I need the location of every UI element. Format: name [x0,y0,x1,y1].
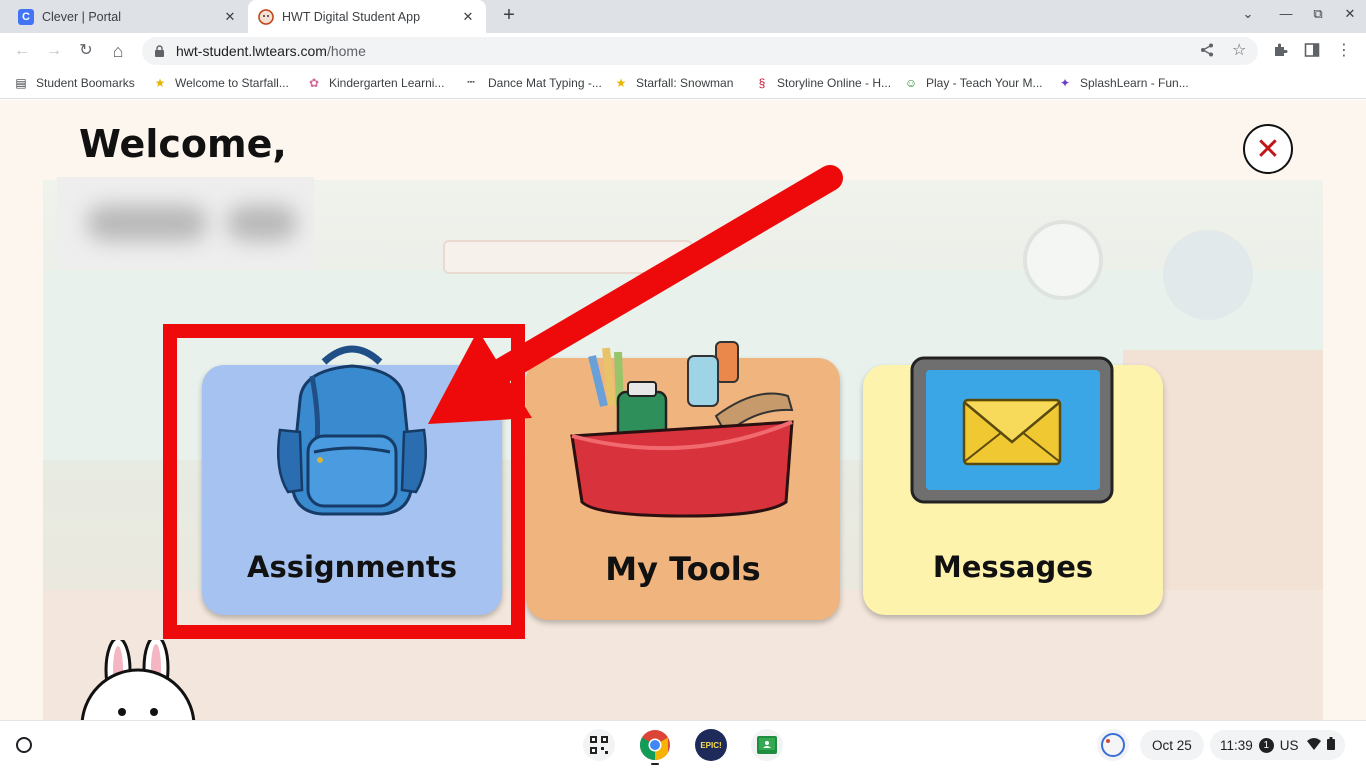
window-close-icon[interactable]: ✕ [1340,6,1360,22]
status-area[interactable]: 11:39 1 US [1210,730,1345,760]
active-app-indicator [651,763,659,765]
clever-favicon: C [18,8,34,25]
bookmark-label: Starfall: Snowman [636,76,734,90]
wifi-icon [1306,737,1321,753]
user-avatar-icon[interactable] [1097,729,1129,761]
palette-icon: ✿ [308,76,320,90]
new-tab-button[interactable]: + [498,5,520,27]
tab-close-icon[interactable]: ✕ [222,9,238,25]
tab-search-icon[interactable]: ⌄ [1238,6,1258,22]
address-bar[interactable]: hwt-student.lwtears.com/home ☆ [142,37,1258,65]
google-classroom-icon[interactable] [751,729,783,761]
bookmark-teach-your-monster[interactable]: ☺ Play - Teach Your M... [904,76,1043,90]
launcher-icon[interactable] [16,737,32,753]
clock-text: 11:39 [1220,737,1253,753]
date-text: Oct 25 [1152,737,1192,753]
menu-icon[interactable]: ⋮ [1336,40,1352,60]
chrome-icon[interactable] [639,729,671,761]
folder-icon: ▤ [15,76,27,90]
envelope-tablet-icon [910,356,1114,504]
bookmark-label: Storyline Online - H... [777,76,892,90]
starfall-icon: ★ [154,76,166,90]
bookmarks-bar: ▤ Student Boomarks ★ Welcome to Starfall..… [0,69,1366,99]
storyline-icon: § [758,76,766,90]
share-icon[interactable] [1200,43,1214,60]
battery-icon [1326,737,1335,753]
bookmark-dance-mat-typing[interactable]: ▪▪▪ Dance Mat Typing -... [462,76,602,90]
back-icon[interactable]: ← [12,41,32,61]
bookmark-student-boomarks[interactable]: ▤ Student Boomarks [14,76,135,90]
my-tools-label: My Tools [605,550,761,588]
bookmark-kindergarten-learning[interactable]: ✿ Kindergarten Learni... [307,76,444,90]
tab-hwt-digital-student-app[interactable]: HWT Digital Student App ✕ [248,0,486,33]
bookmark-label: Student Boomarks [36,76,135,90]
notification-badge: 1 [1258,737,1274,753]
starfall-icon: ★ [615,76,627,90]
epic-icon[interactable]: EPIC! [695,729,727,761]
bookmark-splashlearn[interactable]: ✦ SplashLearn - Fun... [1058,76,1189,90]
student-app-home: Welcome, ✕ Assignments My Tools Messages [0,100,1366,720]
tab-strip: C Clever | Portal ✕ HWT Digital Student … [0,0,1366,33]
lock-icon [154,45,166,57]
url-host: hwt-student.lwtears.com [176,43,327,59]
side-panel-icon[interactable] [1304,42,1320,61]
welcome-heading: Welcome, [79,122,287,166]
highlight-box [163,324,525,639]
tab-title: Clever | Portal [42,9,121,24]
splashlearn-icon: ✦ [1059,76,1071,90]
bookmark-star-icon[interactable]: ☆ [1232,40,1246,60]
bookmark-starfall-snowman[interactable]: ★ Starfall: Snowman [614,76,734,90]
url-path: /home [326,43,366,59]
bookmark-label: Kindergarten Learni... [329,76,445,90]
minimize-icon[interactable]: — [1276,6,1296,21]
tab-clever-portal[interactable]: C Clever | Portal ✕ [8,0,248,33]
student-name-redacted [57,177,314,269]
date-pill[interactable]: Oct 25 [1140,730,1204,760]
toolbox-icon [570,341,794,518]
light-fixture-background [443,240,693,274]
messages-label: Messages [932,550,1094,584]
close-app-button[interactable]: ✕ [1243,124,1293,174]
bookmark-storyline-online[interactable]: § Storyline Online - H... [755,76,891,90]
tab-close-icon[interactable]: ✕ [460,9,476,25]
keyboard-layout-text: US [1279,737,1299,753]
bookmark-welcome-to-starfall[interactable]: ★ Welcome to Starfall... [153,76,289,90]
monster-icon: ☺ [904,76,918,90]
clock-icon [1023,220,1103,300]
extensions-icon[interactable] [1272,42,1288,61]
browser-toolbar: ← → ↻ ⌂ hwt-student.lwtears.com/home ☆ ⋮ [0,33,1366,69]
tab-title: HWT Digital Student App [282,9,421,24]
system-shelf: EPIC! Oct 25 11:39 1 US [0,720,1366,768]
qr-code-icon[interactable] [583,729,615,761]
bookmark-label: Dance Mat Typing -... [488,76,602,90]
hwt-favicon [258,8,274,25]
bunny-mascot-icon [80,640,196,720]
reload-icon[interactable]: ↻ [76,41,96,61]
forward-icon[interactable]: → [44,41,64,61]
maximize-icon[interactable]: ⧉ [1308,6,1328,22]
bookmark-label: Play - Teach Your M... [926,76,1043,90]
bookmark-label: SplashLearn - Fun... [1080,76,1189,90]
bookmark-label: Welcome to Starfall... [175,76,289,90]
home-icon[interactable]: ⌂ [108,41,128,61]
globe-icon [1163,230,1253,320]
dots-icon: ▪▪▪ [467,79,475,86]
